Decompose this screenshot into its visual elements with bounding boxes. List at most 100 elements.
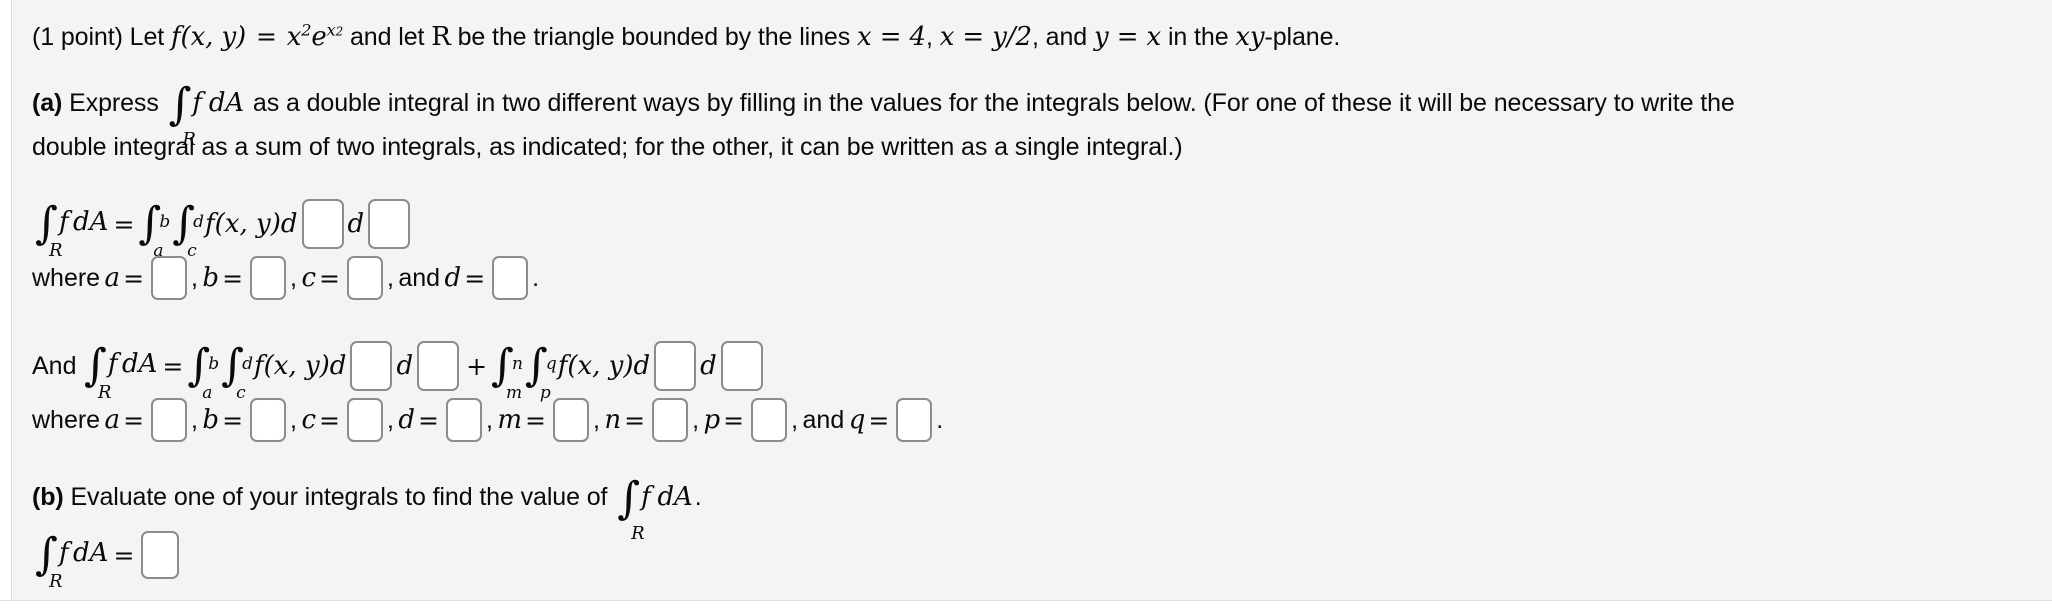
where-1-var-d-equals: = [464,263,486,293]
integral-sign: ∫ R [168,79,196,150]
integral-sign: ∫ R [617,473,645,544]
eq1-inner-variable-input[interactable] [368,199,411,249]
eq2-term1-integrand: f(x, y) [253,351,330,381]
part-b-answer-input[interactable] [141,531,180,579]
where-2-var-q-equals: = [868,405,890,435]
where-1-and-label: and [398,263,441,292]
where-2-prefix: where [32,405,101,434]
integral-sign: ∫ R [83,340,112,403]
where-1-sep-c: , [386,263,394,292]
problem-page: (1 point) Let f(x, y) = x2ex2 and let R … [0,0,2052,612]
where-1-var-b-label: b [202,263,220,293]
function-name: f [171,22,181,52]
eq2-plus-sign: + [466,351,488,381]
where-1-prefix: where [32,263,101,292]
eq2-term2-inner-upper-limit: q [545,353,557,374]
where-2-var-a-equals: = [123,405,145,435]
eq1-outer-integral: ∫ b a [138,197,171,261]
equation-row-1: ∫ Rf dA = ∫ b a ∫ d c f(x, y) d d [32,196,2052,261]
problem-statement: (1 point) Let f(x, y) = x2ex2 and let R … [32,20,1341,52]
where-1-sep-d: . [532,263,540,292]
eq2-term1-inner-integral: ∫ d c [221,339,253,403]
part-b-integral-inline: ∫ Rf dA [617,473,693,544]
f-body-e-exponent-squared: 2 [335,24,344,39]
where-1-var-c-input[interactable] [346,256,383,300]
where-2-var-p-label: p [703,405,721,435]
bottom-margin-rule [0,600,2052,612]
eq2-term1-outer-variable-input[interactable] [350,341,393,391]
where-2-var-q-input[interactable] [896,398,933,442]
part-a-text-2: as a double integral in two different wa… [252,89,1735,117]
where-2-sep-d: , [485,405,493,434]
where-2-sep-a: , [191,405,198,434]
eq2-term2-integrand: f(x, y) [557,351,634,381]
where-1-var-c-equals: = [319,263,340,293]
where-1-var-a-label: a [104,263,121,293]
where-2-sep-n: , [692,405,700,434]
f-body-e-exponent: x [326,20,336,40]
intro-after-f: and let [350,23,425,51]
eq2-term1-inner-variable-input[interactable] [417,341,460,391]
where-2-var-a-label: a [104,405,121,435]
where-1-var-b-equals: = [222,263,244,293]
where-2-var-p-input[interactable] [751,398,788,442]
equals-sign: = [255,22,277,51]
eq1-outer-lower-limit: a [153,240,164,261]
eq1-equals: = [113,209,135,239]
where-2-var-d-input[interactable] [445,398,482,442]
where-2-var-n-equals: = [624,405,646,435]
where-2-sep-c: , [386,405,394,434]
region-symbol: R [431,22,451,52]
part-a-text-1: Express [69,89,159,117]
eq1-outer-upper-limit: b [159,211,171,232]
intro-mid: be the triangle bounded by the lines [457,23,851,51]
part-a-text-3: double integral as a sum of two integral… [32,133,1183,161]
function-args: (x, y) [180,22,247,52]
eq2-term2-outer-upper-limit: n [511,353,523,374]
part-b-period: . [694,483,702,511]
eq2-term2-outer-variable-input[interactable] [654,341,697,391]
part-a-text: (a) Express ∫ Rf dA as a double integral … [32,79,2032,166]
where-2-var-p-equals: = [723,405,745,435]
eq2-and-prefix: And [32,351,77,380]
boundary-line-3: y = x [1093,22,1162,52]
eq1-outer-variable-input[interactable] [301,199,344,249]
where-1-var-a-equals: = [123,263,145,293]
eq2-lhs-integral: ∫ Rf dA [83,340,158,403]
where-2-var-b-input[interactable] [250,398,287,442]
where-2-var-m-input[interactable] [552,398,589,442]
eq1-inner-integral: ∫ d c [172,197,205,261]
eq2-term1-differential-1: d [329,351,347,381]
part-b-marker: (b) [32,483,64,511]
eq1-lhs-integral: ∫ Rf dA [35,198,109,261]
where-1-var-a-input[interactable] [151,256,188,300]
left-margin-rule [0,0,12,612]
where-1-var-d-label: d [444,263,462,293]
where-2-var-d-label: d [398,405,416,435]
part-b-answer-integral: ∫ Rf dA [35,529,109,592]
where-2-var-n-input[interactable] [652,398,689,442]
f-body-exponent: 2 [301,20,312,40]
where-2-var-b-label: b [202,405,220,435]
where-2-sep-b: , [290,405,297,434]
part-a-marker: (a) [32,89,63,117]
where-1-var-b-input[interactable] [250,256,287,300]
where-2-var-c-label: c [301,405,316,435]
where-2-sep-p: , [791,405,799,434]
eq1-inner-lower-limit: c [187,240,197,261]
where-2-var-q-label: q [848,405,866,435]
part-b-answer-row: ∫ Rf dA = [32,526,2052,592]
f-body-base: x [286,22,302,52]
eq1-differential-1: d [280,209,298,239]
where-2-var-a-input[interactable] [151,398,188,442]
integral-sign: ∫ R [35,198,63,261]
where-2-var-m-equals: = [525,405,546,435]
eq2-term1-outer-integral: ∫ b a [187,339,220,403]
where-1-var-c-label: c [301,263,316,293]
eq2-term2-inner-variable-input[interactable] [720,341,763,391]
where-2-var-c-input[interactable] [346,398,383,442]
part-b-text: (b) Evaluate one of your integrals to fi… [32,473,2052,544]
where-1-var-d-input[interactable] [492,256,529,300]
integral-f-da-inline: ∫ Rf dA [168,79,245,150]
eq2-term2-differential-2: d [700,351,717,381]
